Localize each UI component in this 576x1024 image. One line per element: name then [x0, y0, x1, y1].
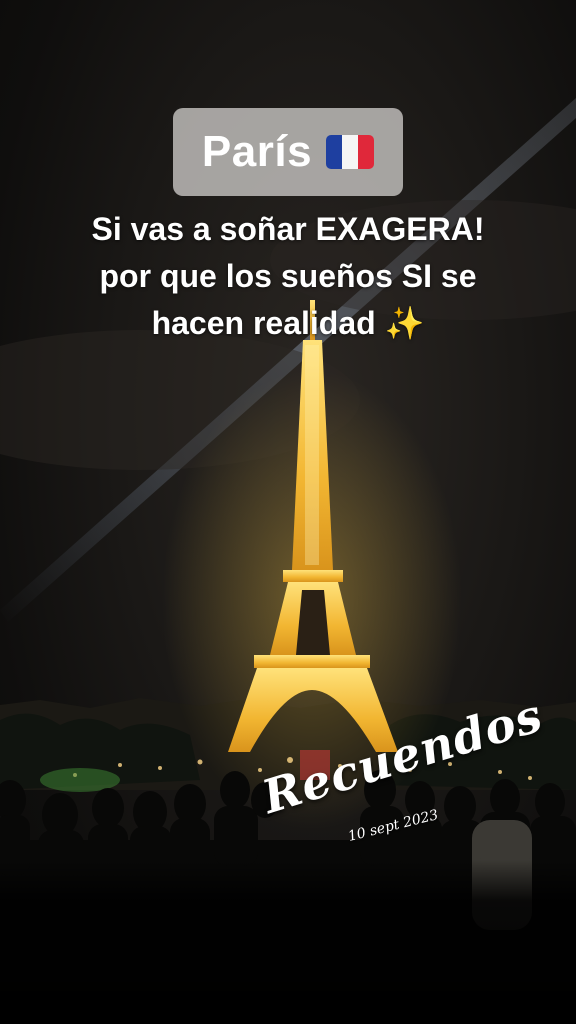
flag-stripe-blue [326, 135, 343, 169]
france-flag-icon [326, 135, 375, 169]
caption-line-3-wrap: hacen realidad ✨ [30, 300, 546, 347]
caption-line-2: por que los sueños SI se [99, 258, 477, 294]
caption-line-1: Si vas a soñar EXAGERA! [91, 211, 485, 247]
sparkles-icon: ✨ [384, 305, 425, 341]
title-badge: París [173, 108, 403, 196]
caption-text: Si vas a soñar EXAGERA! por que los sueñ… [30, 206, 546, 347]
title-label: París [201, 127, 313, 176]
flag-stripe-red [358, 135, 375, 169]
flag-stripe-white [342, 135, 359, 169]
caption-line-3: hacen realidad [151, 305, 376, 341]
photo-frame: París Si vas a soñar EXAGERA! por que lo… [0, 0, 576, 1024]
